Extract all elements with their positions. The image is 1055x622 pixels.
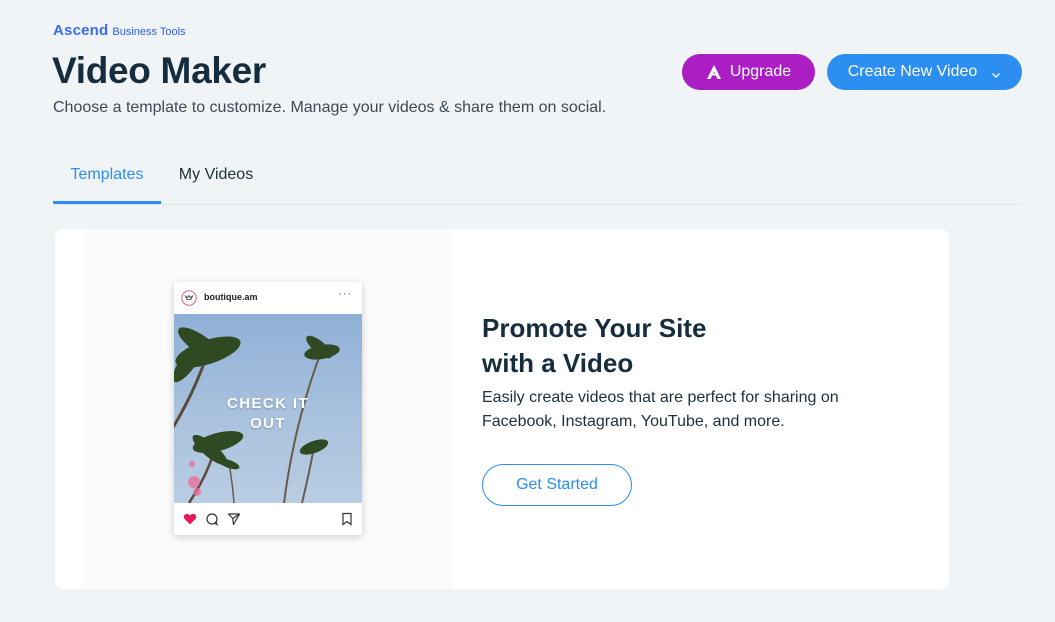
get-started-button[interactable]: Get Started <box>482 464 632 506</box>
tab-bar: Templates My Videos <box>53 150 1022 205</box>
bookmark-icon <box>340 512 354 526</box>
overlay-line-2: OUT <box>250 415 286 432</box>
post-header: boutique.am ··· <box>174 282 362 314</box>
upgrade-label: Upgrade <box>729 63 792 80</box>
promo-description: Easily create videos that are perfect fo… <box>482 386 882 434</box>
post-overlay-text: CHECK IT OUT <box>174 394 362 434</box>
promo-card: boutique.am ··· CHECK IT OUT Promote You… <box>55 229 949 589</box>
post-username: boutique.am <box>204 292 258 302</box>
promo-description-line-2: Facebook, Instagram, YouTube, and more. <box>482 413 785 430</box>
share-icon <box>227 512 241 526</box>
promo-title-line-1: Promote Your Site <box>482 313 707 343</box>
brand-name: Ascend <box>53 22 109 39</box>
tab-my-videos[interactable]: My Videos <box>171 150 261 204</box>
post-image: CHECK IT OUT <box>174 314 362 503</box>
more-options-icon: ··· <box>338 288 352 300</box>
promo-title: Promote Your Site with a Video <box>482 311 706 381</box>
heart-icon <box>183 512 197 526</box>
chevron-down-icon <box>991 67 1001 78</box>
overlay-line-1: CHECK IT <box>226 395 310 412</box>
post-actions <box>174 503 362 535</box>
create-new-video-button[interactable]: Create New Video <box>827 54 1022 90</box>
comment-icon <box>205 512 219 526</box>
page-subtitle: Choose a template to customize. Manage y… <box>53 99 607 116</box>
upgrade-button[interactable]: Upgrade <box>682 54 815 90</box>
create-label: Create New Video <box>847 63 978 80</box>
brand-product: Business Tools <box>112 26 186 38</box>
tab-templates[interactable]: Templates <box>53 150 161 204</box>
promo-description-line-1: Easily create videos that are perfect fo… <box>482 389 839 406</box>
social-post-preview: boutique.am ··· CHECK IT OUT <box>174 282 362 535</box>
avatar <box>181 290 197 306</box>
page-title: Video Maker <box>52 50 267 91</box>
promo-title-line-2: with a Video <box>482 348 634 378</box>
brand-logo: Ascend Business Tools <box>53 22 186 39</box>
premium-a-icon <box>706 64 722 80</box>
